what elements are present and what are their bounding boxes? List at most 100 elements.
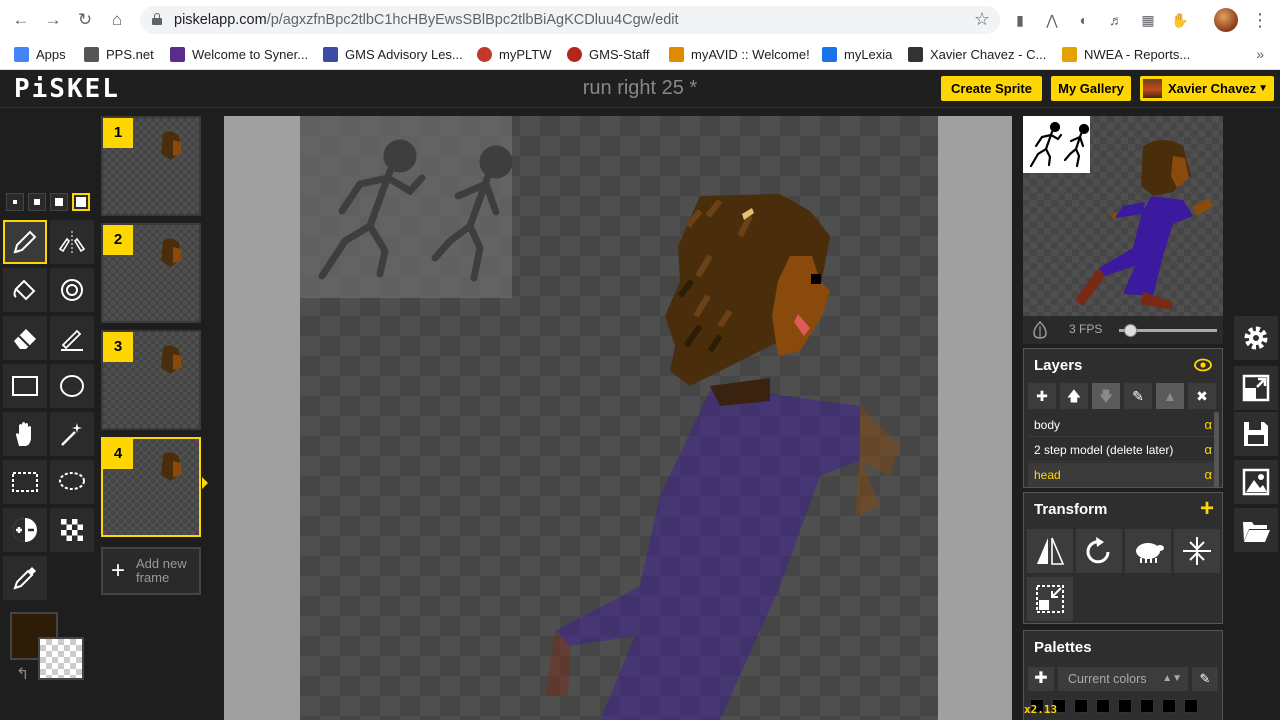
fps-slider[interactable]: [1119, 324, 1217, 337]
palette-swatch[interactable]: [1096, 699, 1110, 713]
shape-selection-tool[interactable]: [50, 412, 94, 456]
extension-hand-icon[interactable]: ✋: [1170, 10, 1190, 30]
bookmark-gms-staff[interactable]: GMS-Staff: [567, 46, 649, 64]
crop-tool[interactable]: [1027, 577, 1073, 621]
frame-2[interactable]: 2: [101, 223, 201, 323]
delete-layer-close-icon[interactable]: ✖: [1188, 383, 1216, 409]
pen-tool[interactable]: [3, 220, 47, 264]
bookmark-myavid[interactable]: myAVID :: Welcome!: [669, 46, 810, 64]
my-gallery-button[interactable]: My Gallery: [1051, 76, 1131, 101]
layer-item-head[interactable]: head α: [1028, 463, 1218, 487]
export-button[interactable]: [1234, 460, 1278, 504]
layer-item-2-step-model[interactable]: 2 step model (delete later) α: [1028, 438, 1218, 462]
pen-size-1[interactable]: [6, 193, 24, 211]
layer-alpha-button[interactable]: α: [1204, 463, 1212, 487]
save-button[interactable]: [1234, 412, 1278, 456]
add-layer-plus-icon[interactable]: ✚: [1028, 383, 1056, 409]
palette-swatch[interactable]: [1074, 699, 1088, 713]
resize-button[interactable]: [1234, 366, 1278, 410]
bookmarks-more[interactable]: »: [1256, 46, 1264, 62]
eraser-tool[interactable]: [3, 316, 47, 360]
bookmarks-bar: Apps PPS.net Welcome to Syner... GMS Adv…: [0, 40, 1280, 70]
bookmark-mypltw[interactable]: myPLTW: [477, 46, 551, 64]
back-arrow-icon[interactable]: ←: [8, 8, 34, 32]
move-layer-down-icon[interactable]: 🡇: [1092, 383, 1120, 409]
bookmark-apps[interactable]: Apps: [14, 46, 66, 64]
forward-arrow-icon[interactable]: →: [40, 8, 66, 32]
circle-tool[interactable]: [50, 364, 94, 408]
extension-icon[interactable]: ▮: [1010, 10, 1030, 30]
bookmark-pps[interactable]: PPS.net: [84, 46, 154, 64]
rectangle-selection-tool[interactable]: [3, 460, 47, 504]
merge-layer-icon[interactable]: ▲: [1156, 383, 1184, 409]
profile-avatar[interactable]: [1214, 8, 1238, 32]
eye-icon[interactable]: [1194, 358, 1212, 372]
paint-same-pixels-tool[interactable]: [50, 268, 94, 312]
layers-scrollbar[interactable]: [1214, 412, 1219, 488]
pen-size-2[interactable]: [28, 193, 46, 211]
lasso-selection-tool[interactable]: [50, 460, 94, 504]
center-tool[interactable]: [1174, 529, 1220, 573]
extension-icon[interactable]: ⋀: [1042, 10, 1062, 30]
palette-select[interactable]: Current colors ▲▼: [1058, 667, 1188, 691]
drawing-canvas[interactable]: [300, 116, 938, 720]
bookmark-gms-advisory[interactable]: GMS Advisory Les...: [323, 46, 463, 64]
extension-icon[interactable]: ◐: [1074, 10, 1094, 30]
layer-alpha-button[interactable]: α: [1204, 438, 1212, 462]
paint-bucket-tool[interactable]: [3, 268, 47, 312]
fps-slider-knob[interactable]: [1124, 324, 1137, 337]
palette-swatch[interactable]: [1140, 699, 1154, 713]
layer-name: 2 step model (delete later): [1034, 443, 1174, 457]
pen-size-3[interactable]: [50, 193, 68, 211]
url-text[interactable]: piskelapp.com/p/agxzfnBpc2tlbC1hcHByEwsS…: [174, 12, 679, 28]
color-picker-tool[interactable]: [3, 556, 47, 600]
bookmark-star-icon[interactable]: ☆: [974, 9, 990, 30]
rectangle-tool[interactable]: [3, 364, 47, 408]
flip-tool[interactable]: [1027, 529, 1073, 573]
add-palette-plus-icon[interactable]: ✚: [1028, 667, 1054, 691]
create-sprite-button[interactable]: Create Sprite: [941, 76, 1042, 101]
animation-preview[interactable]: [1023, 116, 1223, 316]
home-icon[interactable]: ⌂: [104, 8, 130, 32]
pen-size-4[interactable]: [72, 193, 90, 211]
bookmark-mylexia[interactable]: myLexia: [822, 46, 892, 64]
reload-icon[interactable]: ↻: [72, 8, 98, 32]
frame-3[interactable]: 3: [101, 330, 201, 430]
user-menu-button[interactable]: Xavier Chavez ▼: [1140, 76, 1274, 101]
onion-skin-icon[interactable]: [1031, 321, 1049, 339]
bookmark-xavier[interactable]: Xavier Chavez - C...: [908, 46, 1046, 64]
edit-layer-pencil-icon[interactable]: ✎: [1124, 383, 1152, 409]
menu-icon[interactable]: ⋮: [1250, 8, 1270, 32]
move-layer-up-icon[interactable]: 🡅: [1060, 383, 1088, 409]
transform-plus-icon[interactable]: +: [1200, 497, 1214, 521]
rotate-tool[interactable]: [1076, 529, 1122, 573]
frame-1[interactable]: 1: [101, 116, 201, 216]
layer-alpha-button[interactable]: α: [1204, 413, 1212, 437]
dithering-tool[interactable]: [50, 508, 94, 552]
floppy-save-icon: [1244, 422, 1268, 446]
vertical-mirror-pen-tool[interactable]: [50, 220, 94, 264]
clone-tool[interactable]: [1125, 529, 1171, 573]
magic-wand-icon: [61, 423, 82, 446]
extension-icon[interactable]: ♬: [1106, 10, 1126, 30]
frame-4[interactable]: 4: [101, 437, 201, 537]
address-bar[interactable]: piskelapp.com/p/agxzfnBpc2tlbC1hcHByEwsS…: [140, 6, 1000, 34]
import-button[interactable]: [1234, 508, 1278, 552]
add-new-frame-button[interactable]: + Add new frame: [101, 547, 201, 595]
settings-button[interactable]: [1234, 316, 1278, 360]
palette-swatch[interactable]: [1162, 699, 1176, 713]
layer-item-body[interactable]: body α: [1028, 413, 1218, 437]
swap-colors-icon[interactable]: ↰: [16, 664, 29, 684]
secondary-color-swatch[interactable]: [38, 637, 84, 680]
move-tool[interactable]: [3, 412, 47, 456]
stroke-tool[interactable]: [50, 316, 94, 360]
head-layer: [665, 194, 830, 406]
bookmark-synergy[interactable]: Welcome to Syner...: [170, 46, 308, 64]
palette-swatch[interactable]: [1184, 699, 1198, 713]
bookmark-nwea[interactable]: NWEA - Reports...: [1062, 46, 1190, 64]
edit-palette-pencil-icon[interactable]: ✎: [1192, 667, 1218, 691]
extensions-grid-icon[interactable]: ▦: [1138, 10, 1158, 30]
layer-name: head: [1034, 468, 1061, 482]
lighten-tool[interactable]: [3, 508, 47, 552]
palette-swatch[interactable]: [1118, 699, 1132, 713]
